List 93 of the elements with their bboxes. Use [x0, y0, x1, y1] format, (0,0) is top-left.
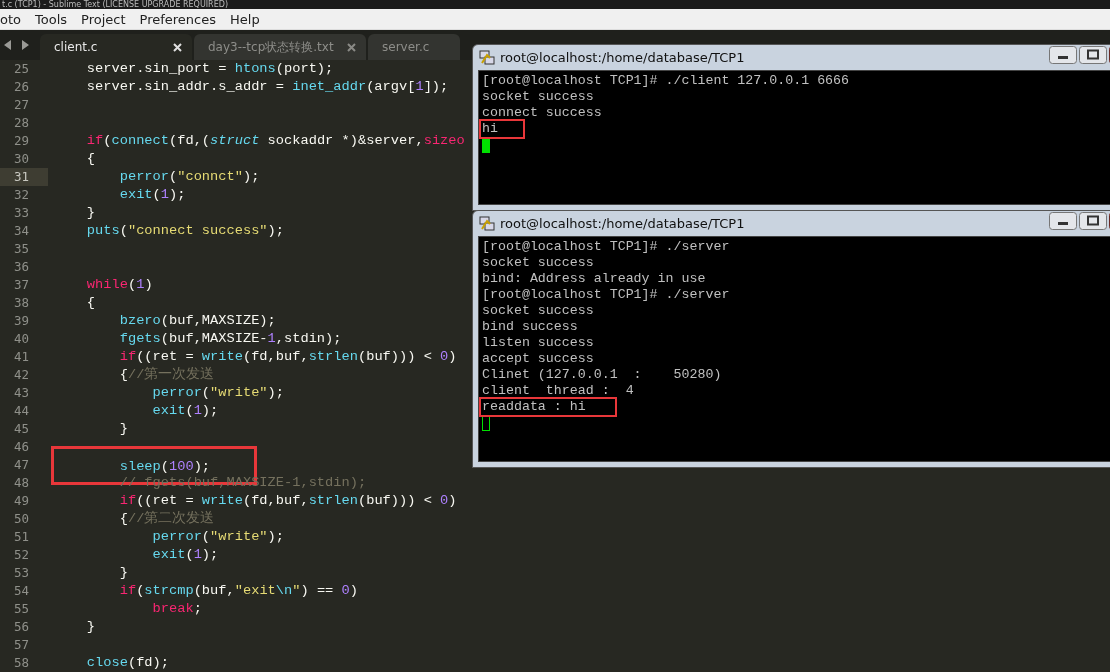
code-line: close(fd);	[85, 654, 169, 672]
line-number: 32	[12, 186, 30, 204]
menu-item[interactable]: Tools	[35, 11, 68, 27]
line-number: 50	[12, 510, 30, 528]
line-number: 45	[12, 420, 30, 438]
terminal-title: root@localhost:/home/database/TCP1	[500, 50, 745, 65]
line-number: 49	[12, 492, 30, 510]
code-line: server.sin_port = htons(port);	[85, 60, 334, 78]
menu-item[interactable]: Help	[230, 11, 260, 27]
code-line: break;	[151, 600, 202, 618]
code-line: }	[118, 420, 128, 438]
code-line: perror("write");	[151, 384, 284, 402]
code-line: sleep(100);	[118, 458, 211, 474]
terminal-app-icon	[478, 214, 496, 233]
terminal-output: bind success	[482, 319, 578, 334]
line-number: 25	[12, 60, 30, 78]
window-title: t.c (TCP1) - Sublime Text (LICENSE UPGRADE REQUIRED)	[1, 0, 229, 9]
line-number: 31	[0, 168, 48, 186]
line-number: 26	[12, 78, 30, 96]
code-line: {	[85, 294, 96, 312]
code-line: exit(1);	[151, 546, 219, 564]
code-line: exit(1);	[151, 402, 219, 420]
code-line: perror("connct");	[118, 168, 260, 186]
terminal-output: [root@localhost TCP1]# ./server	[482, 287, 730, 302]
line-number: 28	[12, 114, 30, 132]
terminal-output: [root@localhost TCP1]# ./server	[482, 239, 730, 254]
code-line: bzero(buf,MAXSIZE);	[118, 312, 276, 330]
code-line: if((ret = write(fd,buf,strlen(buf))) < 0)	[118, 348, 457, 366]
terminal-output: Clinet (127.0.0.1 : 50280)	[482, 367, 722, 382]
code-line: if((ret = write(fd,buf,strlen(buf))) < 0)	[118, 492, 457, 510]
line-number: 30	[12, 150, 30, 168]
menu-item[interactable]: oto	[0, 11, 21, 27]
line-number: 35	[12, 240, 30, 258]
maximize-button[interactable]	[1079, 46, 1107, 64]
code-line: }	[85, 618, 96, 636]
terminal-output: accept success	[482, 351, 594, 366]
minimize-button[interactable]	[1049, 212, 1077, 230]
code-line: exit(1);	[118, 186, 186, 204]
menu-item[interactable]: Preferences	[139, 11, 216, 27]
terminal-output: [root@localhost TCP1]# ./client 127.0.0.1 6666	[482, 73, 850, 88]
line-number: 51	[12, 528, 30, 546]
line-number: 29	[12, 132, 30, 150]
terminal-output: connect success	[482, 105, 602, 120]
line-number: 27	[12, 96, 30, 114]
terminal-title: root@localhost:/home/database/TCP1	[500, 216, 745, 231]
line-number: 39	[12, 312, 30, 330]
code-line: {	[85, 150, 96, 168]
editor-tab[interactable]: day3--tcp状态转换.txt	[194, 34, 366, 60]
line-number: 34	[12, 222, 30, 240]
line-number: 58	[12, 654, 30, 672]
code-line: while(1)	[85, 276, 153, 294]
terminal-app-icon	[478, 48, 496, 67]
terminal-output: socket success	[482, 303, 594, 318]
line-number: 52	[12, 546, 30, 564]
terminal-output: listen success	[482, 335, 594, 350]
line-number: 42	[12, 366, 30, 384]
line-number: 33	[12, 204, 30, 222]
code-line: fgets(buf,MAXSIZE-1,stdin);	[118, 330, 342, 348]
terminal-output: client thread : 4	[482, 383, 634, 398]
code-line: }	[85, 204, 96, 222]
code-line: perror("write");	[151, 528, 284, 546]
line-number: 54	[12, 582, 30, 600]
code-line: {//第一次发送	[118, 366, 215, 384]
line-number: 53	[12, 564, 30, 582]
line-number: 38	[12, 294, 30, 312]
line-number: 41	[12, 348, 30, 366]
code-line: server.sin_addr.s_addr = inet_addr(argv[1]);	[85, 78, 449, 96]
line-number: 48	[12, 474, 30, 492]
line-number: 57	[12, 636, 30, 654]
line-number: 43	[12, 384, 30, 402]
line-number: 47	[12, 456, 30, 474]
code-line: {//第二次发送	[118, 510, 215, 528]
maximize-button[interactable]	[1079, 212, 1107, 230]
minimize-button[interactable]	[1049, 46, 1077, 64]
editor-tab[interactable]: client.c	[40, 34, 192, 60]
line-number: 46	[12, 438, 30, 456]
menu-item[interactable]: Project	[81, 11, 126, 27]
code-line: if(strcmp(buf,"exit\n") == 0)	[118, 582, 358, 600]
line-number: 36	[12, 258, 30, 276]
terminal-output: bind: Address already in use	[482, 271, 706, 286]
line-number: 56	[12, 618, 30, 636]
code-line: }	[118, 564, 128, 582]
terminal-output: socket success	[482, 255, 594, 270]
terminal-output: hi	[479, 119, 525, 139]
line-number: 55	[12, 600, 30, 618]
code-line: if(connect(fd,(struct sockaddr *)&server,sizeo	[85, 132, 465, 150]
line-number: 40	[12, 330, 30, 348]
editor-tab[interactable]: server.c	[368, 34, 460, 60]
line-number: 44	[12, 402, 30, 420]
line-number: 37	[12, 276, 30, 294]
terminal-output: readdata : hi	[479, 397, 617, 417]
terminal-output: socket success	[482, 89, 594, 104]
code-line: puts("connect success");	[85, 222, 284, 240]
